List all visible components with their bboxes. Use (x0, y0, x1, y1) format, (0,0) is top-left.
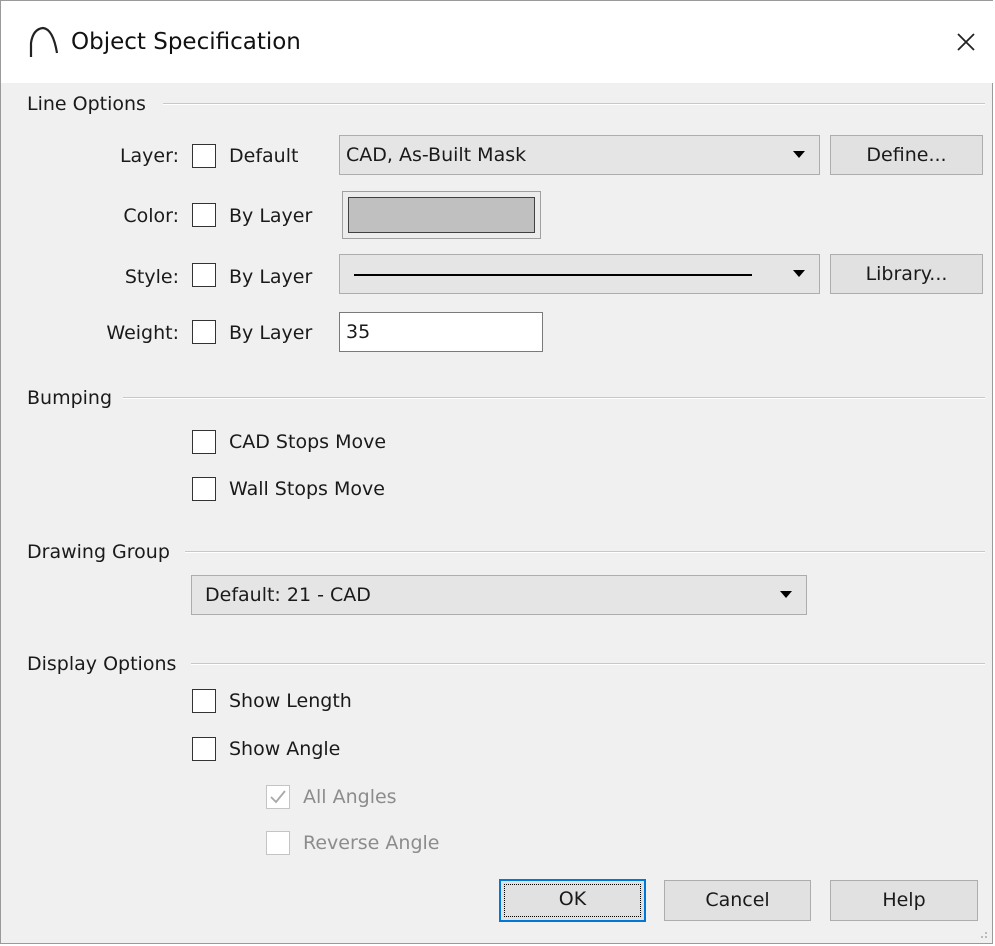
wall-stops-move-checkbox[interactable] (192, 477, 216, 501)
resize-grip-icon[interactable] (976, 927, 988, 939)
checkmark-icon (270, 790, 286, 804)
show-angle-label: Show Angle (229, 738, 341, 760)
layer-dropdown[interactable]: CAD, As-Built Mask (339, 135, 820, 175)
color-swatch (348, 197, 535, 233)
wall-stops-move-label: Wall Stops Move (229, 478, 385, 500)
reverse-angle-checkbox[interactable] (266, 831, 290, 855)
ok-button[interactable]: OK (499, 879, 646, 922)
cad-stops-move-label: CAD Stops Move (229, 431, 387, 453)
dropdown-arrow-icon (780, 591, 792, 598)
title-bar: Object Specification (1, 1, 994, 83)
color-label: Color: (123, 205, 179, 227)
weight-label: Weight: (106, 322, 179, 344)
style-by-layer-checkbox[interactable] (192, 263, 216, 287)
layer-default-label: Default (229, 145, 299, 167)
object-specification-dialog: Object Specification Line Options Layer:… (0, 0, 994, 944)
group-divider (123, 397, 985, 399)
weight-by-layer-checkbox[interactable] (192, 320, 216, 344)
layer-default-checkbox[interactable] (192, 144, 216, 168)
color-by-layer-label: By Layer (229, 205, 313, 227)
all-angles-label: All Angles (303, 786, 397, 808)
layer-dropdown-value: CAD, As-Built Mask (346, 144, 527, 166)
solid-line-sample (354, 274, 752, 276)
color-swatch-button[interactable] (342, 191, 541, 239)
drawing-group-label: Drawing Group (27, 541, 170, 563)
drawing-group-dropdown[interactable]: Default: 21 - CAD (191, 575, 807, 615)
style-label: Style: (124, 266, 179, 288)
all-angles-checkbox[interactable] (266, 785, 290, 809)
layer-label: Layer: (119, 145, 179, 167)
style-by-layer-label: By Layer (229, 266, 313, 288)
help-button[interactable]: Help (830, 880, 978, 921)
close-icon[interactable] (949, 25, 983, 59)
group-divider (191, 663, 985, 665)
ok-button-label: OK (558, 888, 587, 910)
drawing-group-value: Default: 21 - CAD (205, 584, 371, 606)
display-options-group-label: Display Options (27, 653, 177, 675)
show-length-checkbox[interactable] (192, 689, 216, 713)
group-divider (163, 103, 985, 105)
library-button[interactable]: Library... (830, 254, 983, 294)
window-title: Object Specification (71, 29, 301, 55)
bumping-group-label: Bumping (27, 387, 113, 409)
show-angle-checkbox[interactable] (192, 737, 216, 761)
group-divider (185, 551, 985, 553)
line-options-group-label: Line Options (27, 93, 146, 115)
reverse-angle-label: Reverse Angle (303, 832, 440, 854)
color-by-layer-checkbox[interactable] (192, 203, 216, 227)
dropdown-arrow-icon (793, 151, 805, 158)
define-button[interactable]: Define... (830, 135, 983, 175)
show-length-label: Show Length (229, 690, 352, 712)
cad-stops-move-checkbox[interactable] (192, 430, 216, 454)
weight-by-layer-label: By Layer (229, 322, 313, 344)
arc-icon (29, 26, 59, 57)
dropdown-arrow-icon (793, 270, 805, 277)
line-style-dropdown[interactable] (339, 254, 820, 294)
weight-input[interactable]: 35 (339, 312, 543, 352)
cancel-button[interactable]: Cancel (664, 880, 811, 921)
